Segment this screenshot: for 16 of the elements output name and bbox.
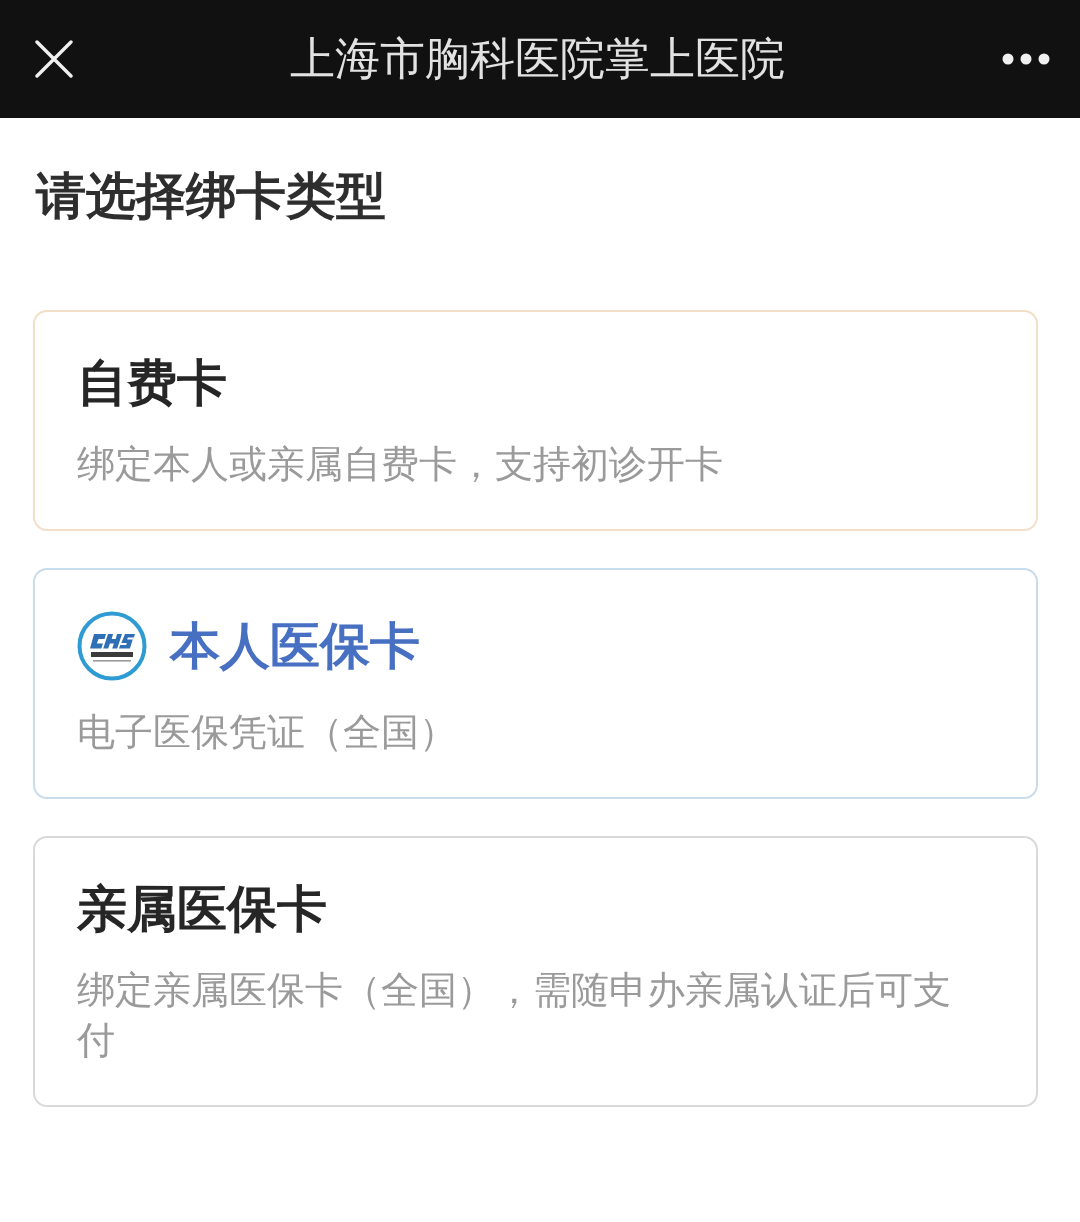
close-icon (35, 40, 73, 78)
option-card[interactable]: 亲属医保卡 绑定亲属医保卡（全国），需随申办亲属认证后可支付 (33, 836, 1038, 1107)
emblem-icon (77, 611, 147, 681)
card-title: 本人医保卡 (170, 616, 420, 676)
card-title: 亲属医保卡 (77, 879, 327, 939)
option-card[interactable]: 本人医保卡 电子医保凭证（全国） (33, 568, 1038, 799)
option-card[interactable]: 自费卡 绑定本人或亲属自费卡，支持初诊开卡 (33, 310, 1038, 531)
card-description: 电子医保凭证（全国） (77, 709, 458, 756)
close-button[interactable] (35, 40, 73, 78)
window-title: 上海市胸科医院掌上医院 (290, 31, 785, 87)
card-description: 绑定本人或亲属自费卡，支持初诊开卡 (77, 441, 724, 488)
more-icon (1002, 53, 1050, 65)
more-button[interactable] (1002, 53, 1050, 65)
card-title: 自费卡 (77, 353, 227, 413)
page-heading: 请选择绑卡类型 (36, 166, 387, 226)
card-description: 绑定亲属医保卡（全国），需随申办亲属认证后可支付 (77, 967, 952, 1064)
